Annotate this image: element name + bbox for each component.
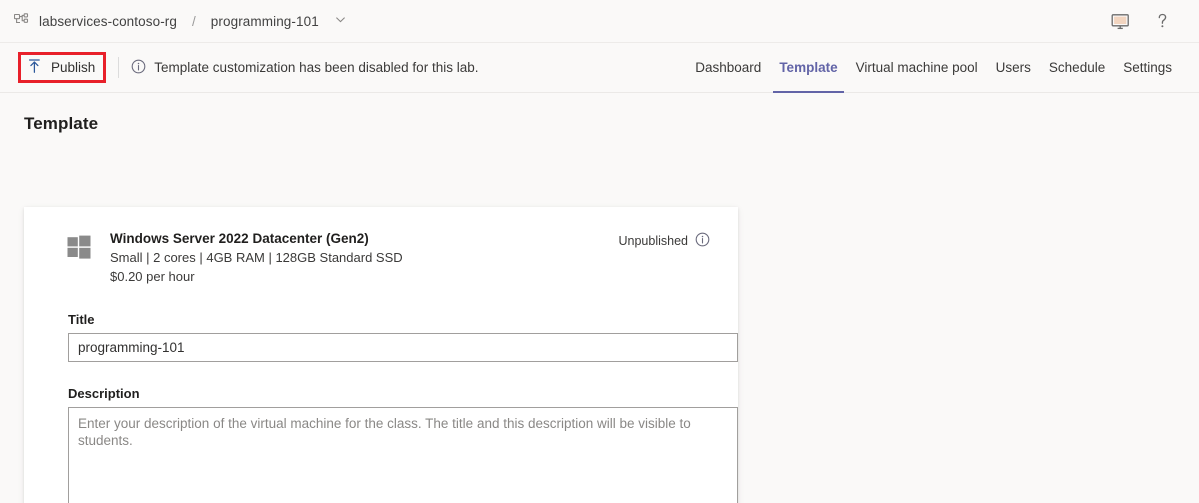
windows-logo-icon	[66, 234, 92, 260]
page-title: Template	[24, 114, 99, 133]
template-disabled-notice-text: Template customization has been disabled…	[154, 60, 479, 75]
tab-settings[interactable]: Settings	[1114, 43, 1181, 93]
vm-spec: Small | 2 cores | 4GB RAM | 128GB Standa…	[110, 250, 403, 265]
vm-name: Windows Server 2022 Datacenter (Gen2)	[110, 231, 369, 246]
template-disabled-notice: Template customization has been disabled…	[131, 59, 478, 77]
info-circle-icon[interactable]	[695, 232, 710, 250]
tab-users[interactable]: Users	[987, 43, 1040, 93]
breadcrumb-bar: labservices-contoso-rg / programming-101	[0, 0, 1199, 43]
title-field-label: Title	[68, 312, 95, 327]
publish-button-highlight: Publish	[18, 52, 107, 83]
breadcrumb-separator: /	[192, 13, 196, 29]
description-field-label: Description	[68, 386, 140, 401]
breadcrumb-root-link[interactable]: labservices-contoso-rg	[39, 14, 177, 29]
description-field-group: Description	[46, 386, 738, 503]
command-bar: Publish Template customization has been …	[0, 43, 1199, 93]
help-question-icon[interactable]	[1149, 8, 1175, 34]
publish-button-label: Publish	[51, 60, 96, 75]
breadcrumb-current-item[interactable]: programming-101	[211, 14, 319, 29]
template-card: Windows Server 2022 Datacenter (Gen2) Sm…	[24, 207, 738, 503]
resource-group-icon	[13, 13, 31, 29]
breadcrumb: labservices-contoso-rg / programming-101	[13, 13, 347, 29]
tab-virtual-machine-pool[interactable]: Virtual machine pool	[847, 43, 987, 93]
tab-dashboard[interactable]: Dashboard	[686, 43, 770, 93]
header-actions	[1107, 8, 1185, 34]
publish-upload-icon	[27, 58, 42, 77]
page-body: Template Windows Server 2022 Datacenter …	[0, 93, 1199, 503]
info-circle-icon	[131, 59, 146, 77]
tab-template[interactable]: Template	[770, 43, 846, 93]
title-field-group: Title	[46, 312, 738, 362]
command-bar-divider	[118, 57, 120, 78]
vm-text-block: Windows Server 2022 Datacenter (Gen2) Sm…	[110, 229, 403, 286]
tab-schedule[interactable]: Schedule	[1040, 43, 1114, 93]
description-textarea[interactable]	[68, 407, 738, 503]
monitor-icon[interactable]	[1107, 8, 1133, 34]
vm-price: $0.20 per hour	[110, 269, 195, 284]
status-badge: Unpublished	[619, 232, 711, 250]
vm-summary: Windows Server 2022 Datacenter (Gen2) Sm…	[46, 229, 716, 288]
section-tabs: Dashboard Template Virtual machine pool …	[686, 43, 1199, 93]
title-input[interactable]	[68, 333, 738, 362]
chevron-down-icon[interactable]	[334, 13, 347, 29]
status-badge-label: Unpublished	[618, 234, 689, 248]
publish-button[interactable]: Publish	[21, 55, 103, 80]
